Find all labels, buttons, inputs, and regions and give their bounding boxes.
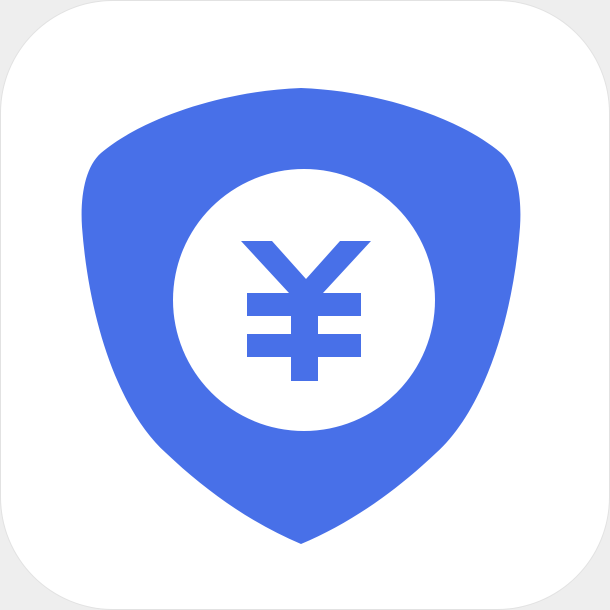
app-icon[interactable] (1, 1, 609, 609)
shield-yen-icon (81, 88, 521, 544)
